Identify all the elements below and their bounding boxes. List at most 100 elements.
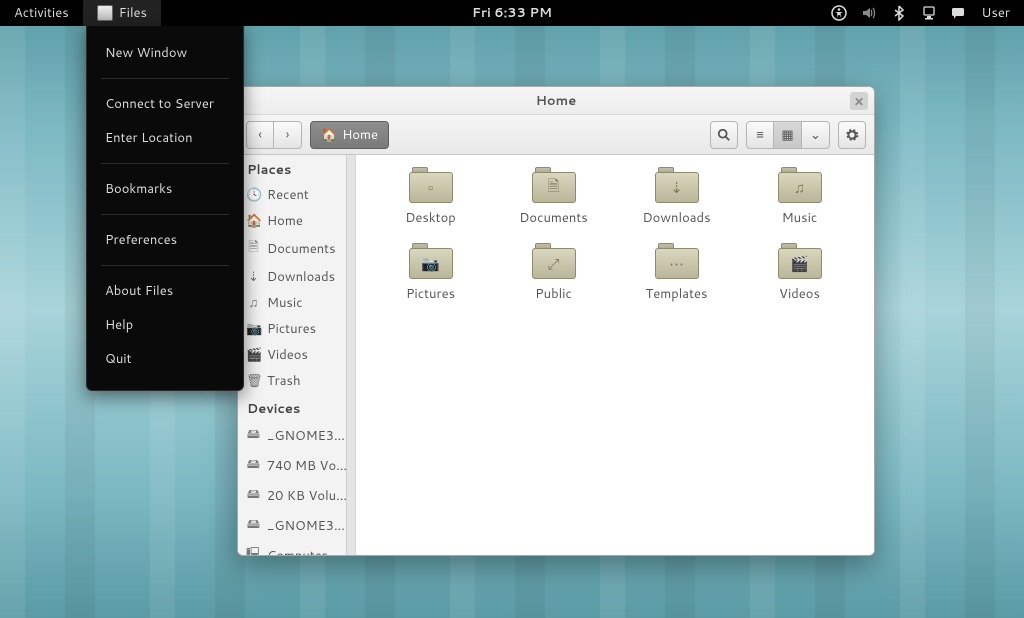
chevron-down-icon: ⌄ bbox=[810, 126, 821, 144]
menu-enter-location[interactable]: Enter Location bbox=[87, 121, 243, 155]
sidebar-item-place[interactable]: 🎬 Videos bbox=[238, 342, 355, 368]
chevron-left-icon: ‹ bbox=[258, 126, 262, 144]
folder-grid: ▫Desktop 🗎 Documents ⇣ Downloads ♫Music 📷 Pictu… bbox=[374, 167, 856, 303]
folder-label: Pictures bbox=[406, 285, 455, 303]
list-view-button[interactable]: ≡ bbox=[746, 121, 774, 149]
sidebar-item-place[interactable]: 🗎Documents bbox=[238, 234, 355, 264]
place-icon: 🗑 bbox=[246, 372, 261, 390]
sidebar-item-place[interactable]: ♫ Music bbox=[238, 290, 355, 316]
menu-connect-server[interactable]: Connect to Server bbox=[87, 87, 243, 121]
folder-icon: 🗎 bbox=[532, 167, 576, 203]
menu-separator bbox=[101, 163, 229, 164]
title-bar[interactable]: Home ✕ bbox=[238, 87, 874, 115]
sidebar-item-label: Trash bbox=[267, 372, 301, 390]
forward-button[interactable]: › bbox=[274, 121, 302, 149]
menu-separator bbox=[101, 78, 229, 79]
device-icon: 🖴 bbox=[246, 425, 261, 447]
folder-item[interactable]: ♫Music bbox=[743, 167, 856, 227]
grid-icon: ▦ bbox=[781, 126, 793, 144]
sidebar-item-place[interactable]: 🗑 Trash bbox=[238, 368, 355, 394]
sidebar-item-device[interactable]: 🖴_GNOME3... bbox=[238, 421, 355, 451]
place-icon: 🎬 bbox=[246, 346, 261, 364]
folder-icon: ⋯ bbox=[655, 243, 699, 279]
sidebar-item-label: Computer bbox=[267, 547, 327, 555]
activities-button[interactable]: Activities bbox=[0, 0, 83, 26]
icon-view-button[interactable]: ▦ bbox=[774, 121, 802, 149]
file-pane[interactable]: ▫Desktop 🗎 Documents ⇣ Downloads ♫Music 📷 Pictu… bbox=[356, 155, 874, 555]
files-app-menu: New Window Connect to Server Enter Locat… bbox=[86, 26, 244, 391]
folder-item[interactable]: 🎬Videos bbox=[743, 243, 856, 303]
sidebar-item-label: Documents bbox=[267, 240, 336, 258]
folder-item[interactable]: ⇣ Downloads bbox=[620, 167, 733, 227]
sidebar-item-label: Home bbox=[267, 212, 303, 230]
close-button[interactable]: ✕ bbox=[850, 92, 868, 110]
view-switcher: ≡ ▦ ⌄ bbox=[746, 121, 830, 149]
settings-button[interactable] bbox=[838, 121, 866, 149]
place-icon: 📷 bbox=[246, 320, 261, 338]
device-icon: 🖴 bbox=[246, 515, 261, 537]
sidebar-item-place[interactable]: ⇣Downloads bbox=[238, 264, 355, 290]
folder-label: Documents bbox=[519, 209, 588, 227]
place-icon: 🏠 bbox=[246, 212, 261, 230]
menu-separator bbox=[101, 214, 229, 215]
sidebar-item-label: Music bbox=[267, 294, 303, 312]
bluetooth-icon[interactable] bbox=[891, 5, 907, 21]
toolbar: ‹ › 🏠 Home ≡ ▦ ⌄ bbox=[238, 115, 874, 155]
place-icon: ⇣ bbox=[246, 268, 261, 286]
nav-buttons: ‹ › bbox=[246, 121, 302, 149]
back-button[interactable]: ‹ bbox=[246, 121, 274, 149]
sidebar-item-place[interactable]: 🏠 Home bbox=[238, 208, 355, 234]
clock[interactable]: Fri 6:33 PM bbox=[472, 4, 552, 22]
sidebar-item-place[interactable]: 🕓Recent bbox=[238, 182, 355, 208]
files-app-icon bbox=[97, 5, 113, 21]
active-app-indicator[interactable]: Files bbox=[83, 0, 161, 26]
folder-icon: 🎬 bbox=[778, 243, 822, 279]
search-button[interactable] bbox=[710, 121, 738, 149]
gear-icon bbox=[845, 128, 859, 142]
sidebar-item-label: Videos bbox=[267, 346, 308, 364]
chat-icon[interactable] bbox=[951, 5, 967, 21]
menu-separator bbox=[101, 265, 229, 266]
sidebar-item-label: 740 MB Vo... bbox=[267, 457, 347, 475]
folder-icon: ♫ bbox=[778, 167, 822, 203]
menu-about[interactable]: About Files bbox=[87, 274, 243, 308]
folder-icon: ⇣ bbox=[655, 167, 699, 203]
folder-label: Templates bbox=[646, 285, 708, 303]
folder-item[interactable]: 📷 Pictures bbox=[374, 243, 487, 303]
device-icon: 🖳 bbox=[246, 545, 261, 555]
user-menu[interactable]: User bbox=[981, 4, 1010, 22]
sidebar-item-device[interactable]: 🖴 _GNOME3... bbox=[238, 511, 355, 541]
path-bar-home[interactable]: 🏠 Home bbox=[310, 121, 389, 149]
folder-icon: 📷 bbox=[409, 243, 453, 279]
folder-icon: ⤢ bbox=[532, 243, 576, 279]
folder-item[interactable]: ▫Desktop bbox=[374, 167, 487, 227]
menu-preferences[interactable]: Preferences bbox=[87, 223, 243, 257]
sidebar-item-device[interactable]: 🖳 Computer bbox=[238, 541, 355, 555]
sidebar-scrollbar[interactable] bbox=[346, 155, 355, 555]
folder-item[interactable]: 🗎 Documents bbox=[497, 167, 610, 227]
folder-item[interactable]: ⤢Public bbox=[497, 243, 610, 303]
folder-item[interactable]: ⋯ Templates bbox=[620, 243, 733, 303]
sidebar-item-place[interactable]: 📷Pictures bbox=[238, 316, 355, 342]
sidebar-item-label: _GNOME3... bbox=[267, 517, 345, 535]
network-icon[interactable] bbox=[921, 5, 937, 21]
folder-label: Downloads bbox=[642, 209, 710, 227]
menu-quit[interactable]: Quit bbox=[87, 342, 243, 376]
device-icon: 🖴 bbox=[246, 485, 261, 507]
sidebar-item-label: 20 KB Volu... bbox=[267, 487, 347, 505]
volume-icon[interactable] bbox=[861, 5, 877, 21]
place-icon: ♫ bbox=[246, 294, 261, 312]
sidebar-item-device[interactable]: 🖴740 MB Vo... bbox=[238, 451, 355, 481]
path-label: Home bbox=[342, 126, 378, 144]
home-icon: 🏠 bbox=[321, 126, 337, 144]
menu-help[interactable]: Help bbox=[87, 308, 243, 342]
devices-header: Devices bbox=[238, 394, 355, 421]
sidebar-item-device[interactable]: 🖴 20 KB Volu... bbox=[238, 481, 355, 511]
menu-bookmarks[interactable]: Bookmarks bbox=[87, 172, 243, 206]
accessibility-icon[interactable] bbox=[831, 5, 847, 21]
sidebar: Places 🕓Recent🏠Home🗎Documents⇣Downloads♫… bbox=[238, 155, 356, 555]
view-options-button[interactable]: ⌄ bbox=[802, 121, 830, 149]
chevron-right-icon: › bbox=[286, 126, 290, 144]
menu-new-window[interactable]: New Window bbox=[87, 36, 243, 70]
window-title: Home bbox=[536, 92, 577, 110]
